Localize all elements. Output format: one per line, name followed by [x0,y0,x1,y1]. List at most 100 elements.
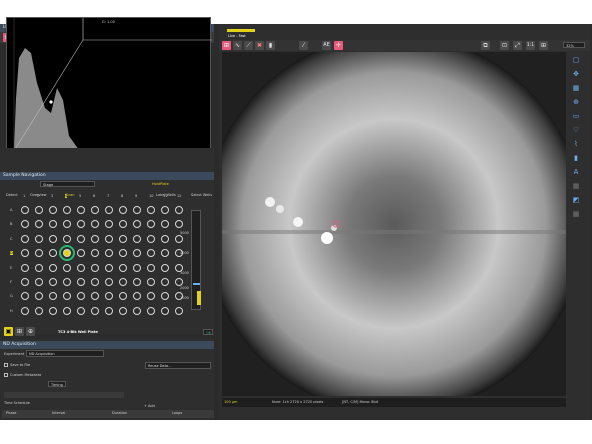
well[interactable] [77,234,85,243]
row-label[interactable]: D [10,251,13,256]
well[interactable] [161,278,169,286]
select-wells-toggle[interactable]: Select Wells [191,193,212,197]
gamma-handle[interactable] [49,100,53,104]
row-label[interactable]: F [10,280,12,284]
full-icon[interactable]: ⊞ [539,41,548,50]
well[interactable] [49,278,57,286]
column-label[interactable]: 6 [93,194,95,198]
scale-bar-icon[interactable]: ▮ [570,153,582,163]
well[interactable] [91,278,99,286]
split-view-icon[interactable]: ▦ [570,209,582,219]
row-label[interactable]: A [10,208,12,212]
well[interactable] [161,263,169,272]
well[interactable] [77,292,85,301]
well[interactable] [63,292,71,301]
lut-histogram[interactable]: G: 1.00 [6,17,212,160]
camera-image[interactable] [222,52,566,396]
well[interactable] [21,263,29,272]
well[interactable] [133,292,141,301]
well[interactable] [91,220,99,229]
grid-overlay-icon[interactable]: ▦ [570,181,582,191]
row-label[interactable]: E [10,266,12,270]
column-label[interactable]: 10 [149,194,153,198]
well[interactable] [161,249,169,258]
well[interactable] [77,249,85,258]
well[interactable] [77,220,85,229]
well[interactable] [133,278,141,286]
well[interactable] [161,220,169,229]
line-profile-icon[interactable]: ⌇ [570,139,582,149]
reuse-data-button[interactable]: Reuse Data... [145,362,211,369]
target-tool-icon[interactable]: ⊕ [26,327,35,336]
well[interactable] [133,249,141,258]
well[interactable] [119,234,127,243]
row-label[interactable]: C [10,237,12,241]
well[interactable] [35,206,43,214]
column-label[interactable]: 9 [135,194,137,198]
well[interactable] [119,206,127,214]
well[interactable] [175,306,183,315]
well[interactable] [105,206,113,214]
well[interactable] [35,278,43,286]
z-slider[interactable] [191,210,201,310]
column-label[interactable]: 3 [51,194,53,198]
well[interactable] [77,278,85,286]
well[interactable] [49,249,57,258]
well[interactable] [147,278,155,286]
stage-field[interactable]: Stage [40,181,95,187]
well[interactable] [91,234,99,243]
zoom-field[interactable]: 32% [563,42,585,48]
well[interactable] [147,206,155,214]
well[interactable] [119,220,127,229]
well[interactable] [105,234,113,243]
viewer-line-icon[interactable]: ⟋ [244,41,253,50]
well[interactable] [147,249,155,258]
well[interactable] [21,206,29,214]
well[interactable] [133,206,141,214]
z-slider-handle[interactable] [193,283,200,285]
well[interactable] [21,234,29,243]
well[interactable] [133,234,141,243]
palette-icon[interactable]: ◩ [570,195,582,205]
well[interactable] [35,220,43,229]
well[interactable] [119,292,127,301]
well[interactable] [63,278,71,286]
well[interactable] [91,206,99,214]
save-to-file-checkbox[interactable] [4,363,8,367]
well[interactable] [147,292,155,301]
well[interactable] [77,306,85,315]
dimension-tabs[interactable] [4,392,124,398]
viewer-tab-title[interactable]: Live - Fast [228,34,246,38]
well[interactable] [77,206,85,214]
well[interactable] [147,234,155,243]
viewer-lut-icon[interactable]: ⊞ [222,41,231,50]
viewer-gamma-icon[interactable]: ⁄ [299,41,308,50]
well[interactable] [133,263,141,272]
well[interactable] [147,306,155,315]
fit-icon[interactable]: ⊡ [500,41,509,50]
well[interactable] [133,306,141,315]
well[interactable] [77,263,85,272]
well[interactable] [49,234,57,243]
well[interactable] [63,263,71,272]
well[interactable] [21,249,29,258]
viewer-reset-icon[interactable]: ✖ [255,41,264,50]
well[interactable] [175,234,183,243]
column-label[interactable]: 8 [121,194,123,198]
well[interactable] [161,234,169,243]
zoom-in-icon[interactable]: ⊕ [570,97,582,107]
column-label[interactable]: 5 [79,194,81,198]
well[interactable] [35,263,43,272]
heart-icon[interactable]: ♡ [570,125,582,135]
well[interactable] [91,263,99,272]
well[interactable] [119,263,127,272]
well[interactable] [21,278,29,286]
well[interactable] [91,292,99,301]
well[interactable] [161,292,169,301]
select-tool-icon[interactable]: ▢ [570,55,582,65]
well[interactable] [91,306,99,315]
well[interactable] [175,206,183,214]
viewer-gradient-icon[interactable]: ▮ [266,41,275,50]
well[interactable] [105,220,113,229]
well[interactable] [63,206,71,214]
